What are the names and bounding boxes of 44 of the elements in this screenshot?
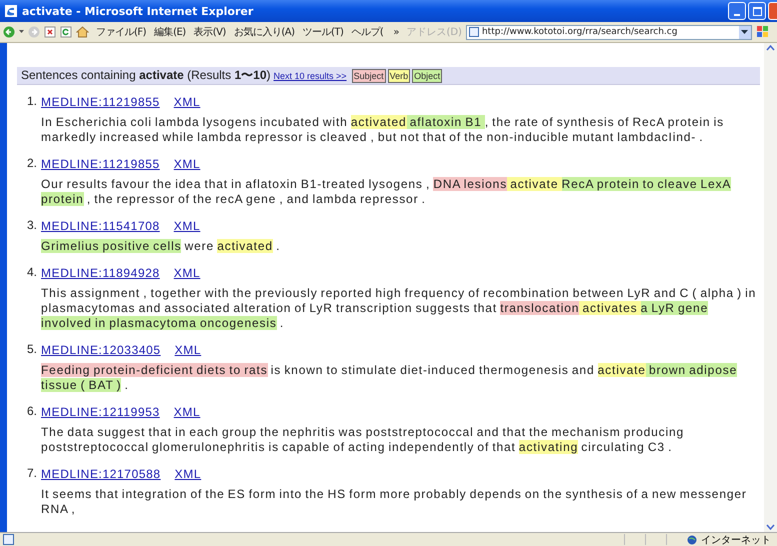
medline-link[interactable]: MEDLINE:11219855	[41, 94, 160, 108]
address-label: アドレス(D)	[406, 26, 462, 39]
menu-item[interactable]: ヘルプ(	[348, 25, 386, 39]
medline-link[interactable]: MEDLINE:11894928	[41, 266, 160, 280]
legend-tag: Object	[412, 68, 442, 82]
more-chevron[interactable]: »	[390, 26, 402, 38]
next-results-link[interactable]: Next 10 results >>	[274, 70, 347, 80]
medline-link[interactable]: MEDLINE:11541708	[41, 218, 160, 232]
legend-tag: Verb	[388, 68, 410, 82]
xml-link[interactable]: XML	[174, 94, 200, 108]
sentence-text: Feeding protein-deficient diets to rats is known to stimulate diet-induced thermogenesis and activate brown adipose tissue ( BAT ) .	[41, 363, 738, 393]
xml-link[interactable]: XML	[174, 404, 200, 418]
sentence-text: The data suggest that in each group the nephritis was poststreptococcal and that the mechanism producing poststreptococcal glomerulonephritis is capable of acting independently of that activating circulating C3 .	[41, 425, 686, 455]
xml-link[interactable]: XML	[174, 156, 200, 170]
sentence-text: In Escherichia coli lambda lysogens incubated with activated aflatoxin B1 , the rate of synthesis of RecA protein is markedly increased while lambda repressor is cleaved , but not that of the non-inducible mutant lambdacIind- .	[41, 115, 725, 145]
legend-tag: Subject	[352, 68, 386, 82]
result-number: 3.	[26, 217, 37, 234]
results-summary: Sentences containing activate (Results 1〜10)	[21, 67, 271, 84]
menu-item[interactable]: 表示(V)	[190, 25, 229, 39]
result-number: 7.	[26, 465, 37, 482]
result-number: 1.	[26, 93, 37, 110]
result-number: 4.	[26, 264, 37, 281]
sentence-text: This assignment , together with the previously reported high frequency of recombination between LyR and C ( alpha ) in plasmacytomas and associated alteration of LyR transcription suggests that translocation activates a LyR gene involved in plasmacytoma oncogenesis .	[41, 286, 758, 331]
menu-item[interactable]: ツール(T)	[300, 25, 346, 39]
medline-link[interactable]: MEDLINE:11219855	[41, 156, 160, 170]
sentence-text: Grimelius positive cells were activated .	[41, 239, 282, 254]
medline-link[interactable]: MEDLINE:12119953	[41, 404, 160, 418]
menu-item[interactable]: お気に入り(A)	[230, 25, 298, 39]
menu-item[interactable]: ファイル(F)	[93, 25, 150, 39]
address-field[interactable]: http://www.kototoi.org/rra/search/search.cg	[466, 24, 752, 40]
zone-label: インターネット	[701, 534, 771, 546]
window-title: activate - Microsoft Internet Explorer	[22, 4, 254, 18]
xml-link[interactable]: XML	[174, 342, 202, 356]
sentence-text: It seems that integration of the ES form into the HS form more probably depends on the synthesis of a new messenger RNA ,	[41, 487, 748, 517]
medline-link[interactable]: MEDLINE:12033405	[41, 342, 161, 356]
xml-link[interactable]: XML	[174, 466, 202, 480]
medline-link[interactable]: MEDLINE:12170588	[41, 466, 161, 480]
xml-link[interactable]: XML	[174, 266, 200, 280]
result-number: 6.	[26, 403, 37, 420]
result-number: 2.	[26, 155, 37, 172]
xml-link[interactable]: XML	[174, 218, 200, 232]
sentence-text: Our results favour the idea that in aflatoxin B1-treated lysogens , DNA lesions activate RecA protein to cleave LexA protein , the repressor of the recA gene , and lambda repressor .	[41, 177, 732, 207]
menu-item[interactable]: 編集(E)	[151, 25, 189, 39]
result-number: 5.	[26, 341, 37, 358]
